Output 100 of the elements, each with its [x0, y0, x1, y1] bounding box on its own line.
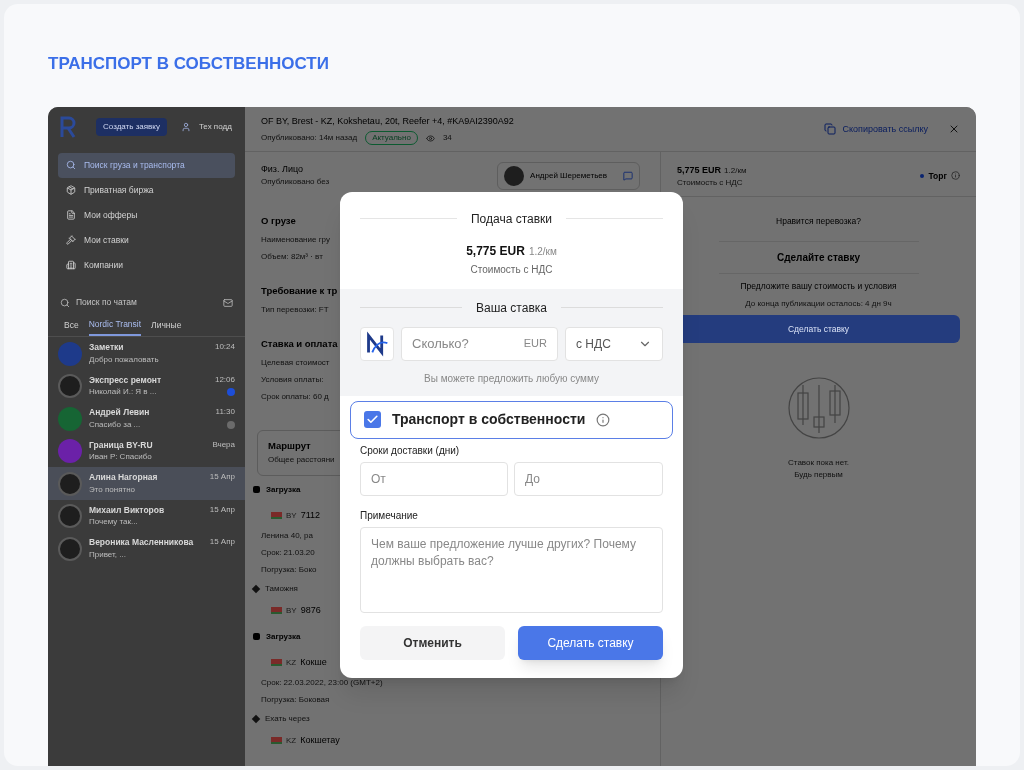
nav-item[interactable]: Поиск груза и транспорта — [58, 152, 235, 178]
chat-preview: Иван Р: Спасибо — [89, 451, 152, 464]
chat-item[interactable]: Вероника Масленникова 15 Апр Привет, ... — [48, 532, 245, 565]
nav-icon — [66, 210, 76, 220]
prompt-text: Нравится перевозка? — [776, 214, 861, 228]
submit-button[interactable]: Сделать ставку — [518, 625, 663, 660]
flag-icon — [271, 512, 282, 519]
customer-type: Физ. Лицо — [261, 162, 304, 176]
chat-name: Михаил Викторов — [89, 503, 165, 517]
avatar-photo-placeholder — [58, 471, 82, 496]
empty-subtext: Будь первым — [794, 469, 843, 482]
search-field[interactable]: Поиск по чатам — [76, 296, 217, 309]
note-field[interactable]: Чем ваше предложение лучше других? Почему должны выбрать вас? — [360, 526, 663, 613]
vat-select[interactable]: с НДС — [565, 326, 663, 361]
amount-field[interactable]: Сколько? EUR — [401, 326, 558, 361]
country-code: KZ — [286, 734, 297, 747]
check-icon — [366, 413, 379, 426]
flag-icon — [271, 659, 282, 666]
chat-item[interactable]: Экспресс ремонт 12:06 Николай И.: Я в ... — [48, 369, 245, 403]
nav-item[interactable]: Мои ставки — [58, 227, 235, 253]
detail-text: Целевая стоимост — [261, 357, 330, 369]
chat-time: 15 Апр — [209, 503, 235, 516]
copy-icon — [824, 123, 837, 136]
mail-icon — [223, 297, 233, 308]
detail-text: Срок: 22.03.2022, 23:00 (GMT+2) — [261, 677, 383, 689]
via-title: Таможня — [265, 582, 298, 595]
chat-preview: Привет, ... — [89, 548, 126, 561]
chat-item[interactable]: Михаил Викторов 15 Апр Почему так... — [48, 499, 245, 533]
section-title: О грузе — [261, 214, 296, 229]
from-field[interactable]: От — [360, 461, 508, 496]
dialog-title: Подача ставки — [470, 210, 553, 228]
haggle-label: Торг — [928, 169, 947, 183]
field-label: Примечание — [360, 508, 419, 523]
detail-text: Наименование гру — [261, 234, 330, 246]
chat-name: Заметки — [89, 341, 124, 354]
via-icon — [251, 584, 261, 593]
bid-hint: Вы можете предложить любую сумму — [423, 371, 600, 386]
detail-text: Срок: 21.03.20 — [261, 547, 315, 559]
avatar-photo-placeholder — [58, 374, 82, 398]
chat-item[interactable]: Алина Нагорная 15 Апр Это понятно — [48, 467, 245, 500]
currency-suffix: EUR — [523, 336, 547, 352]
views-icon — [425, 133, 435, 143]
section-title: Требование к тр — [261, 284, 338, 299]
place-name: Кокше — [300, 655, 327, 669]
stop-title: Загрузка — [266, 630, 301, 643]
cancel-button[interactable]: Отменить — [360, 625, 505, 660]
nav-icon — [66, 160, 76, 170]
amount-input[interactable]: Сколько? — [412, 333, 524, 354]
route-distance: Общее расстояни — [268, 453, 336, 466]
avatar-photo-placeholder — [58, 536, 82, 561]
chat-time: 12:06 — [214, 373, 235, 386]
chat-tab[interactable]: Личные — [151, 317, 182, 337]
flag-icon — [271, 607, 282, 614]
to-field[interactable]: До — [514, 461, 663, 496]
chat-name: Экспресс ремонт — [89, 373, 162, 387]
detail-text: Срок оплаты: 60 д — [261, 391, 329, 403]
chat-name: Андрей Левин — [89, 406, 150, 419]
cta-title: Сделайте ставку — [718, 240, 919, 274]
nav-item[interactable]: Приватная биржа — [58, 177, 235, 203]
logo-icon — [60, 115, 76, 138]
chat-preview: Николай И.: Я в ... — [89, 386, 157, 399]
dialog-price-per-km: 1.2/км — [528, 244, 557, 259]
chat-name: Граница BY-RU — [89, 438, 153, 452]
chat-name: Вероника Масленникова — [89, 536, 194, 549]
order-title: OF BY, Brest - KZ, Kokshetau, 20t, Reefer +4, #KA9AI2390A92 — [261, 114, 514, 128]
detail-text: Условия оплаты: — [261, 374, 324, 386]
section-title: Ваша ставка — [476, 299, 547, 317]
chat-item[interactable]: Заметки 10:24 Добро пожаловать — [48, 337, 245, 370]
place-name: 9876 — [300, 603, 321, 617]
chat-tab[interactable]: Nordic Transit — [88, 317, 142, 337]
detail-text: Тип перевозки: FT — [261, 304, 329, 316]
create-request-button[interactable]: Создать заявку — [96, 117, 167, 136]
price-note: Стоимость с НДС — [677, 177, 744, 189]
company-logo-icon — [360, 326, 394, 361]
nav-item[interactable]: Мои офферы — [58, 202, 235, 228]
support-label: Тех подд — [198, 120, 232, 133]
detail-text: Погрузка: Боко — [261, 564, 317, 576]
chat-item[interactable]: Граница BY-RU Вчера Иван Р: Спасибо — [48, 434, 245, 468]
chat-preview: Почему так... — [89, 516, 138, 529]
chat-icon[interactable] — [623, 170, 633, 181]
chat-tab[interactable]: Все — [64, 317, 79, 337]
country-code: KZ — [286, 656, 297, 669]
user-icon — [180, 121, 191, 132]
route-title: Маршрут — [268, 439, 312, 454]
chat-time: 15 Апр — [209, 471, 235, 484]
chat-preview: Добро пожаловать — [89, 353, 159, 366]
checkbox[interactable] — [364, 411, 381, 428]
nav-icon — [66, 185, 76, 195]
info-icon — [596, 412, 611, 427]
views-count: 34 — [442, 132, 452, 144]
avatar-photo-placeholder — [58, 504, 82, 528]
chat-name: Алина Нагорная — [89, 471, 158, 484]
chat-preview: Спасибо за ... — [89, 418, 141, 431]
nav-icon — [66, 235, 76, 245]
section-title: Ставка и оплата — [261, 337, 338, 352]
flag-icon — [271, 737, 282, 744]
chat-item[interactable]: Андрей Левин 11:30 Спасибо за ... — [48, 402, 245, 435]
own-transport-option[interactable]: Транспорт в собственности — [350, 400, 673, 439]
nav-item[interactable]: Компании — [58, 252, 235, 278]
country-code: BY — [286, 604, 297, 617]
